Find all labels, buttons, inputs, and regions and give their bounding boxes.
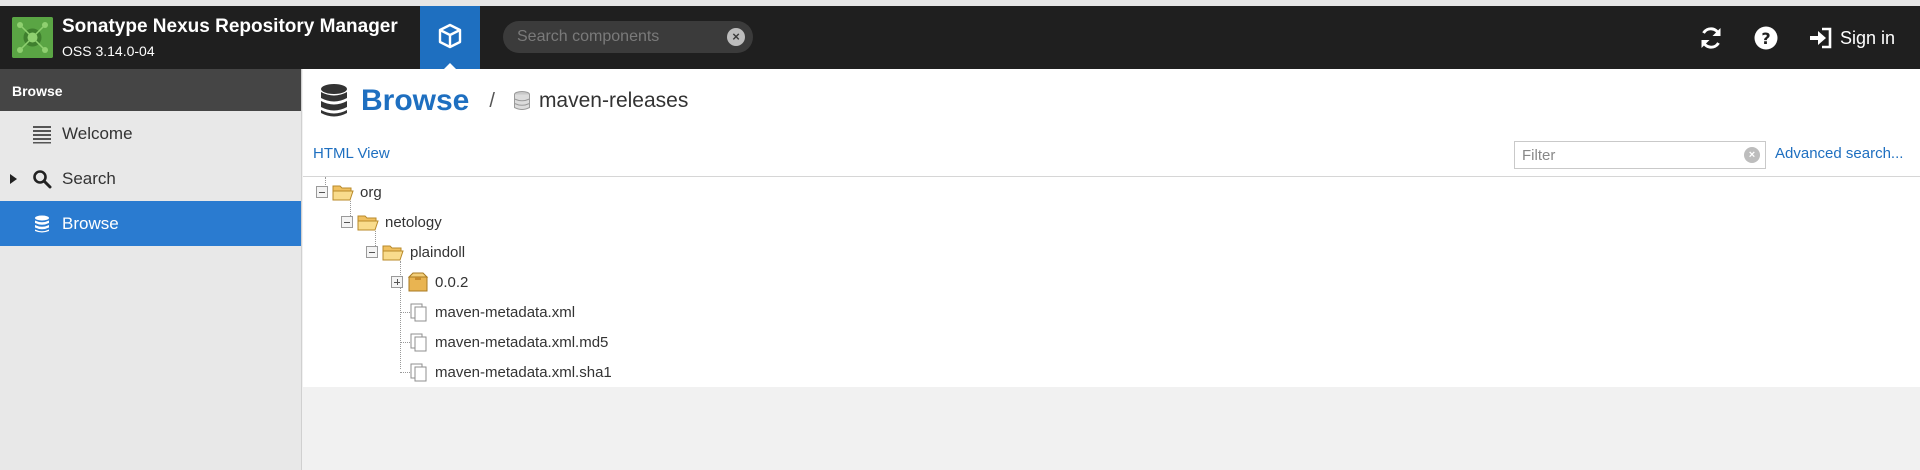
database-large-icon: [321, 84, 347, 117]
folder-open-icon: [332, 185, 354, 201]
nexus-logo-icon[interactable]: [12, 17, 53, 58]
sidebar-item-browse[interactable]: Browse: [0, 201, 301, 246]
filter-field: ×: [1514, 141, 1766, 169]
sidebar-item-label: Welcome: [62, 123, 133, 143]
refresh-button[interactable]: [1698, 22, 1728, 54]
collapse-toggle[interactable]: [316, 186, 328, 198]
refresh-icon: [1701, 27, 1721, 49]
toolbar-divider: [303, 176, 1920, 177]
help-icon: ?: [1754, 26, 1778, 50]
search-input[interactable]: [517, 27, 717, 47]
component-box-icon: [407, 272, 429, 292]
breadcrumb: Browse / maven-releases: [319, 81, 688, 121]
breadcrumb-separator: /: [489, 89, 495, 112]
tree-node-label: plaindoll: [410, 243, 466, 261]
svg-text:?: ?: [1761, 29, 1770, 48]
file-asset-icon: [410, 333, 427, 352]
tree-node-label: 0.0.2: [435, 273, 469, 291]
file-asset-icon: [410, 303, 427, 322]
sign-in-icon: [1810, 27, 1832, 49]
clear-search-icon[interactable]: ×: [727, 28, 745, 46]
sidebar-item-search[interactable]: Search: [0, 156, 301, 201]
component-search: ×: [503, 21, 753, 53]
sidebar-item-welcome[interactable]: Welcome: [0, 111, 301, 156]
cube-icon: [438, 23, 462, 49]
advanced-search-link[interactable]: Advanced search...: [1775, 145, 1903, 162]
folder-open-icon: [382, 245, 404, 261]
tree-node-file[interactable]: maven-metadata.xml: [409, 297, 575, 327]
database-icon: [35, 215, 49, 233]
sidebar-section-title: Browse: [0, 69, 301, 111]
repository-icon: [513, 91, 530, 110]
list-icon: [33, 126, 51, 144]
sidebar: Browse Welcome Search Browse: [0, 69, 302, 470]
sidebar-item-label: Search: [62, 168, 116, 188]
tree-node-label: netology: [385, 213, 442, 231]
tree-node-plaindoll[interactable]: plaindoll: [366, 237, 465, 267]
browse-mode-button[interactable]: [420, 6, 480, 69]
sign-in-button[interactable]: Sign in: [1808, 22, 1895, 54]
sign-in-label: Sign in: [1840, 27, 1896, 48]
file-asset-icon: [410, 363, 427, 382]
tree-node-version[interactable]: 0.0.2: [391, 267, 468, 297]
tree-node-file[interactable]: maven-metadata.xml.md5: [409, 327, 608, 357]
help-button[interactable]: ?: [1753, 22, 1783, 54]
tree-node-file[interactable]: maven-metadata.xml.sha1: [409, 357, 612, 387]
filter-input[interactable]: [1522, 147, 1722, 164]
app-header: Sonatype Nexus Repository Manager OSS 3.…: [0, 6, 1920, 69]
tree-node-label: maven-metadata.xml.sha1: [435, 363, 612, 381]
clear-filter-icon[interactable]: ×: [1744, 147, 1760, 163]
sidebar-item-label: Browse: [62, 213, 119, 233]
expand-toggle[interactable]: [391, 276, 403, 288]
collapse-toggle[interactable]: [341, 216, 353, 228]
tree-node-org[interactable]: org: [316, 177, 382, 207]
app-title: Sonatype Nexus Repository Manager: [62, 16, 398, 37]
expand-arrow-icon[interactable]: [10, 174, 17, 184]
page-title[interactable]: Browse: [361, 84, 469, 118]
magnifier-icon: [33, 170, 52, 189]
folder-open-icon: [357, 215, 379, 231]
breadcrumb-repository: maven-releases: [538, 89, 689, 112]
tree-node-label: org: [360, 183, 382, 201]
tree-node-label: maven-metadata.xml.md5: [435, 333, 609, 351]
app-version: OSS 3.14.0-04: [62, 43, 155, 59]
html-view-link[interactable]: HTML View: [313, 145, 390, 162]
collapse-toggle[interactable]: [366, 246, 378, 258]
browse-panel: Browse / maven-releases HTML View × Adva…: [303, 69, 1920, 387]
tree-node-label: maven-metadata.xml: [435, 303, 576, 321]
tree-node-netology[interactable]: netology: [341, 207, 442, 237]
